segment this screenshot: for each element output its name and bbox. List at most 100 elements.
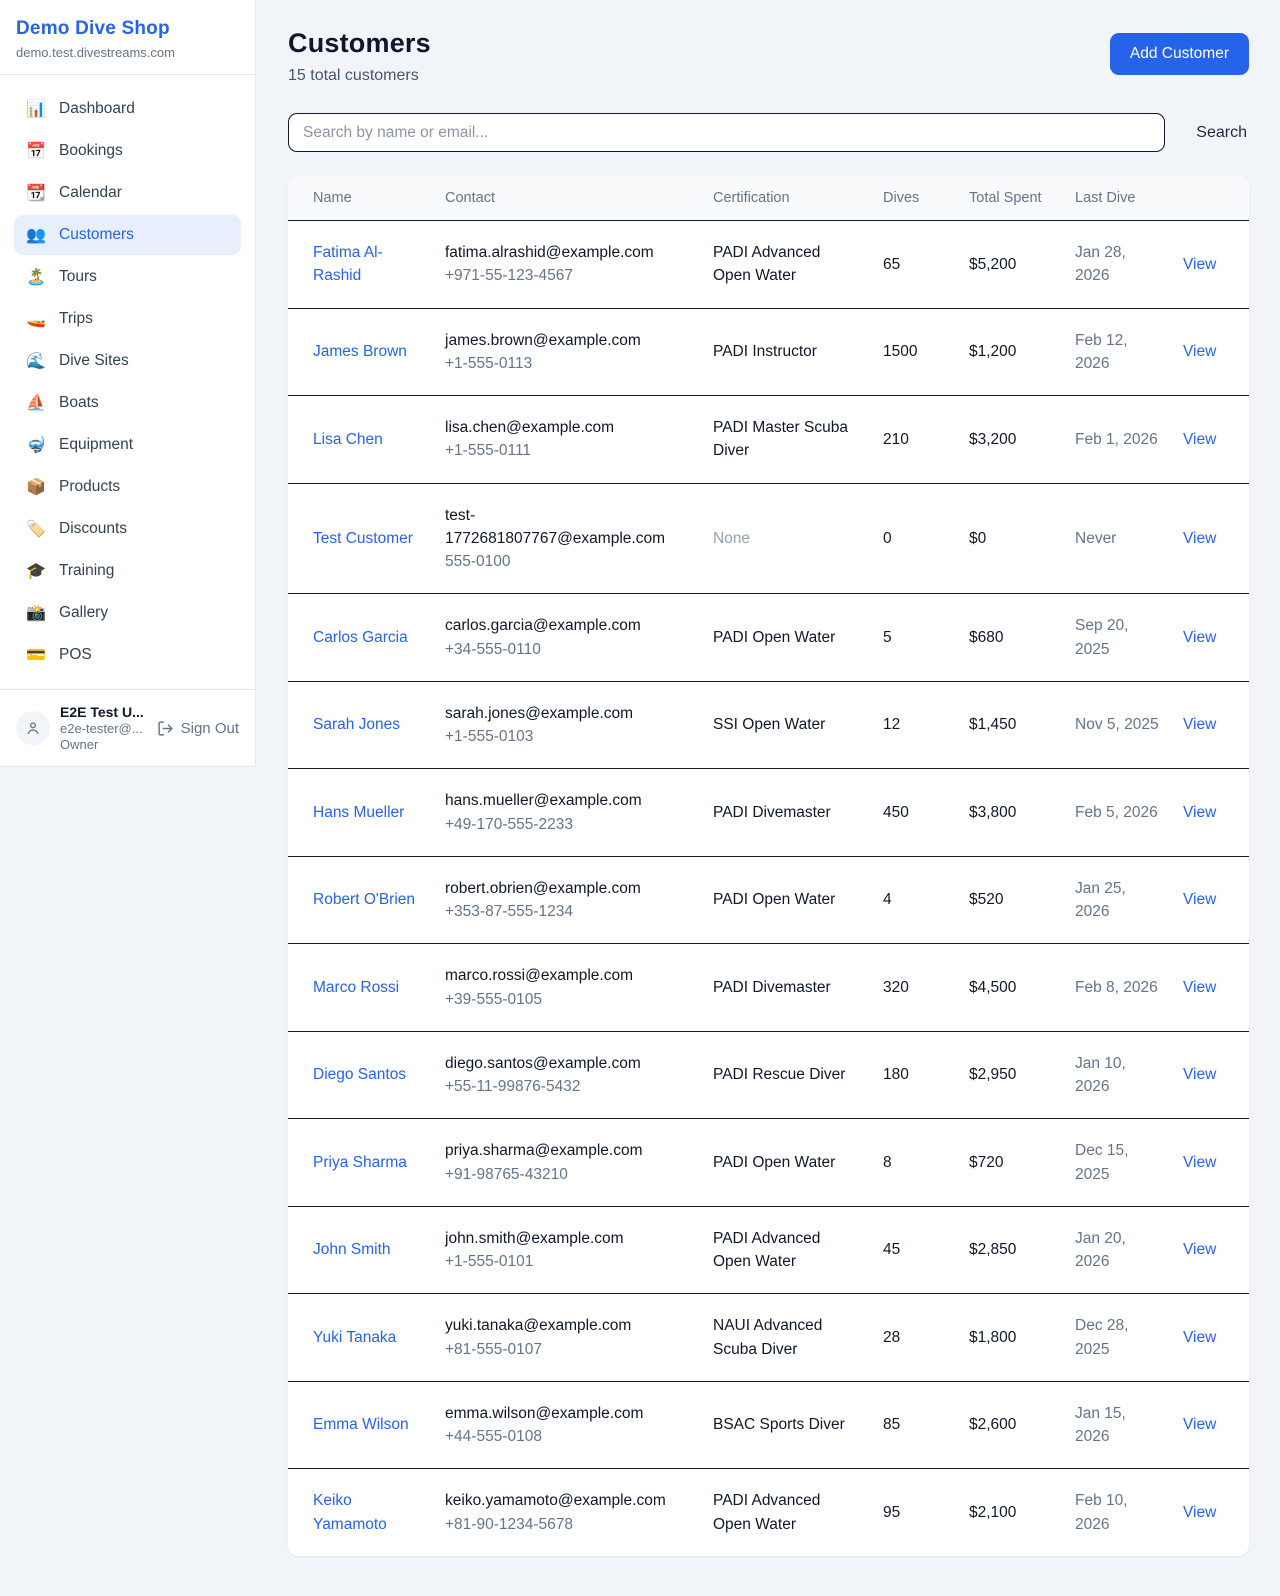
column-header-dives: Dives	[871, 176, 957, 221]
customer-total-spent: $680	[969, 629, 1003, 646]
sidebar-nav-item[interactable]: 🏷️ Discounts	[14, 509, 241, 549]
customer-dives: 210	[883, 431, 909, 448]
customer-total-spent: $5,200	[969, 256, 1016, 273]
nav-item-label: Dashboard	[59, 100, 135, 118]
customer-dives: 28	[883, 1329, 900, 1346]
view-customer-link[interactable]: View	[1183, 804, 1216, 821]
sidebar-nav-item[interactable]: 📊 Dashboard	[14, 89, 241, 129]
customer-total-spent: $1,200	[969, 343, 1016, 360]
sidebar-nav-item[interactable]: 📦 Products	[14, 467, 241, 507]
customer-row: John Smith john.smith@example.com +1-555…	[288, 1206, 1249, 1294]
column-header-actions	[1171, 176, 1249, 221]
customer-row: Lisa Chen lisa.chen@example.com +1-555-0…	[288, 396, 1249, 484]
view-customer-link[interactable]: View	[1183, 979, 1216, 996]
view-customer-link[interactable]: View	[1183, 431, 1216, 448]
customer-name-link[interactable]: John Smith	[313, 1241, 391, 1258]
customer-name-link[interactable]: Hans Mueller	[313, 804, 404, 821]
customer-row: Sarah Jones sarah.jones@example.com +1-5…	[288, 681, 1249, 769]
view-customer-link[interactable]: View	[1183, 1066, 1216, 1083]
table-header-row: Name Contact Certification Dives Total S…	[288, 176, 1249, 221]
sidebar-nav-item[interactable]: 🏝️ Tours	[14, 257, 241, 297]
view-customer-link[interactable]: View	[1183, 530, 1216, 547]
customer-row: Fatima Al-Rashid fatima.alrashid@example…	[288, 221, 1249, 309]
customer-row: Priya Sharma priya.sharma@example.com +9…	[288, 1119, 1249, 1207]
view-customer-link[interactable]: View	[1183, 1504, 1216, 1521]
view-customer-link[interactable]: View	[1183, 629, 1216, 646]
customer-row: Diego Santos diego.santos@example.com +5…	[288, 1031, 1249, 1119]
nav-item-label: Dive Sites	[59, 352, 129, 370]
customer-name-link[interactable]: Lisa Chen	[313, 431, 383, 448]
sidebar-user-section: E2E Test U... e2e-tester@... Owner Sign …	[0, 689, 255, 766]
view-customer-link[interactable]: View	[1183, 1329, 1216, 1346]
customer-last-dive: Jan 25, 2026	[1075, 880, 1126, 920]
nav-item-label: Boats	[59, 394, 99, 412]
view-customer-link[interactable]: View	[1183, 343, 1216, 360]
customer-total-spent: $2,850	[969, 1241, 1016, 1258]
customer-total-spent: $3,800	[969, 804, 1016, 821]
customer-name-link[interactable]: Carlos Garcia	[313, 629, 408, 646]
nav-item-label: Trips	[59, 310, 93, 328]
credit-card-icon: 💳	[26, 645, 46, 665]
view-customer-link[interactable]: View	[1183, 1154, 1216, 1171]
user-email: e2e-tester@...	[60, 721, 144, 736]
nav-item-label: POS	[59, 646, 92, 664]
customer-email: yuki.tanaka@example.com	[445, 1314, 689, 1337]
customer-certification: NAUI Advanced Scuba Diver	[713, 1317, 822, 1357]
customer-last-dive: Jan 20, 2026	[1075, 1230, 1126, 1270]
customer-total-spent: $0	[969, 530, 986, 547]
sidebar-nav-item[interactable]: 📸 Gallery	[14, 593, 241, 633]
customer-email: keiko.yamamoto@example.com	[445, 1489, 689, 1512]
customer-dives: 4	[883, 891, 892, 908]
customer-certification: PADI Open Water	[713, 891, 835, 908]
customer-name-link[interactable]: Yuki Tanaka	[313, 1329, 396, 1346]
add-customer-button[interactable]: Add Customer	[1110, 33, 1249, 75]
view-customer-link[interactable]: View	[1183, 891, 1216, 908]
user-role: Owner	[60, 737, 144, 752]
nav-item-label: Equipment	[59, 436, 133, 454]
customer-name-link[interactable]: Marco Rossi	[313, 979, 399, 996]
view-customer-link[interactable]: View	[1183, 256, 1216, 273]
users-icon: 👥	[26, 225, 46, 245]
customer-name-link[interactable]: James Brown	[313, 343, 407, 360]
customer-phone: +1-555-0111	[445, 439, 689, 462]
customer-email: priya.sharma@example.com	[445, 1139, 689, 1162]
customer-name-link[interactable]: Emma Wilson	[313, 1416, 409, 1433]
customer-name-link[interactable]: Keiko Yamamoto	[313, 1492, 387, 1532]
search-button[interactable]: Search	[1194, 118, 1249, 148]
calendar-date-icon: 📅	[26, 141, 46, 161]
customer-certification: PADI Master Scuba Diver	[713, 419, 848, 459]
customer-certification: PADI Rescue Diver	[713, 1066, 845, 1083]
customer-name-link[interactable]: Diego Santos	[313, 1066, 406, 1083]
sidebar-nav-item[interactable]: 📅 Bookings	[14, 131, 241, 171]
sidebar-nav-item[interactable]: 🎓 Training	[14, 551, 241, 591]
view-customer-link[interactable]: View	[1183, 1416, 1216, 1433]
sidebar-nav-item[interactable]: 👥 Customers	[14, 215, 241, 255]
search-input[interactable]	[288, 113, 1165, 152]
sidebar-nav-item[interactable]: 📆 Calendar	[14, 173, 241, 213]
sign-out-button[interactable]: Sign Out	[157, 720, 239, 737]
sidebar-nav-item[interactable]: 🌊 Dive Sites	[14, 341, 241, 381]
nav-item-label: Calendar	[59, 184, 122, 202]
user-meta: E2E Test U... e2e-tester@... Owner	[60, 704, 144, 752]
nav-item-label: Training	[59, 562, 114, 580]
customer-name-link[interactable]: Priya Sharma	[313, 1154, 407, 1171]
sidebar: Demo Dive Shop demo.test.divestreams.com…	[0, 0, 256, 767]
sidebar-nav-item[interactable]: 💳 POS	[14, 635, 241, 675]
sidebar-nav-item[interactable]: 🤿 Equipment	[14, 425, 241, 465]
shop-domain: demo.test.divestreams.com	[16, 45, 239, 60]
customer-name-link[interactable]: Fatima Al-Rashid	[313, 244, 383, 284]
sidebar-nav-item[interactable]: 🚤 Trips	[14, 299, 241, 339]
view-customer-link[interactable]: View	[1183, 1241, 1216, 1258]
user-name: E2E Test U...	[60, 704, 144, 720]
customer-last-dive: Sep 20, 2025	[1075, 617, 1128, 657]
view-customer-link[interactable]: View	[1183, 716, 1216, 733]
customer-name-link[interactable]: Test Customer	[313, 530, 413, 547]
customer-name-link[interactable]: Robert O'Brien	[313, 891, 415, 908]
nav-item-label: Discounts	[59, 520, 127, 538]
customer-last-dive: Dec 15, 2025	[1075, 1142, 1128, 1182]
sidebar-nav: 📊 Dashboard 📅 Bookings 📆 Calendar 👥 Cust…	[0, 75, 255, 689]
customer-total-spent: $520	[969, 891, 1003, 908]
customer-name-link[interactable]: Sarah Jones	[313, 716, 400, 733]
page-header-text: Customers 15 total customers	[288, 28, 431, 85]
sidebar-nav-item[interactable]: ⛵ Boats	[14, 383, 241, 423]
